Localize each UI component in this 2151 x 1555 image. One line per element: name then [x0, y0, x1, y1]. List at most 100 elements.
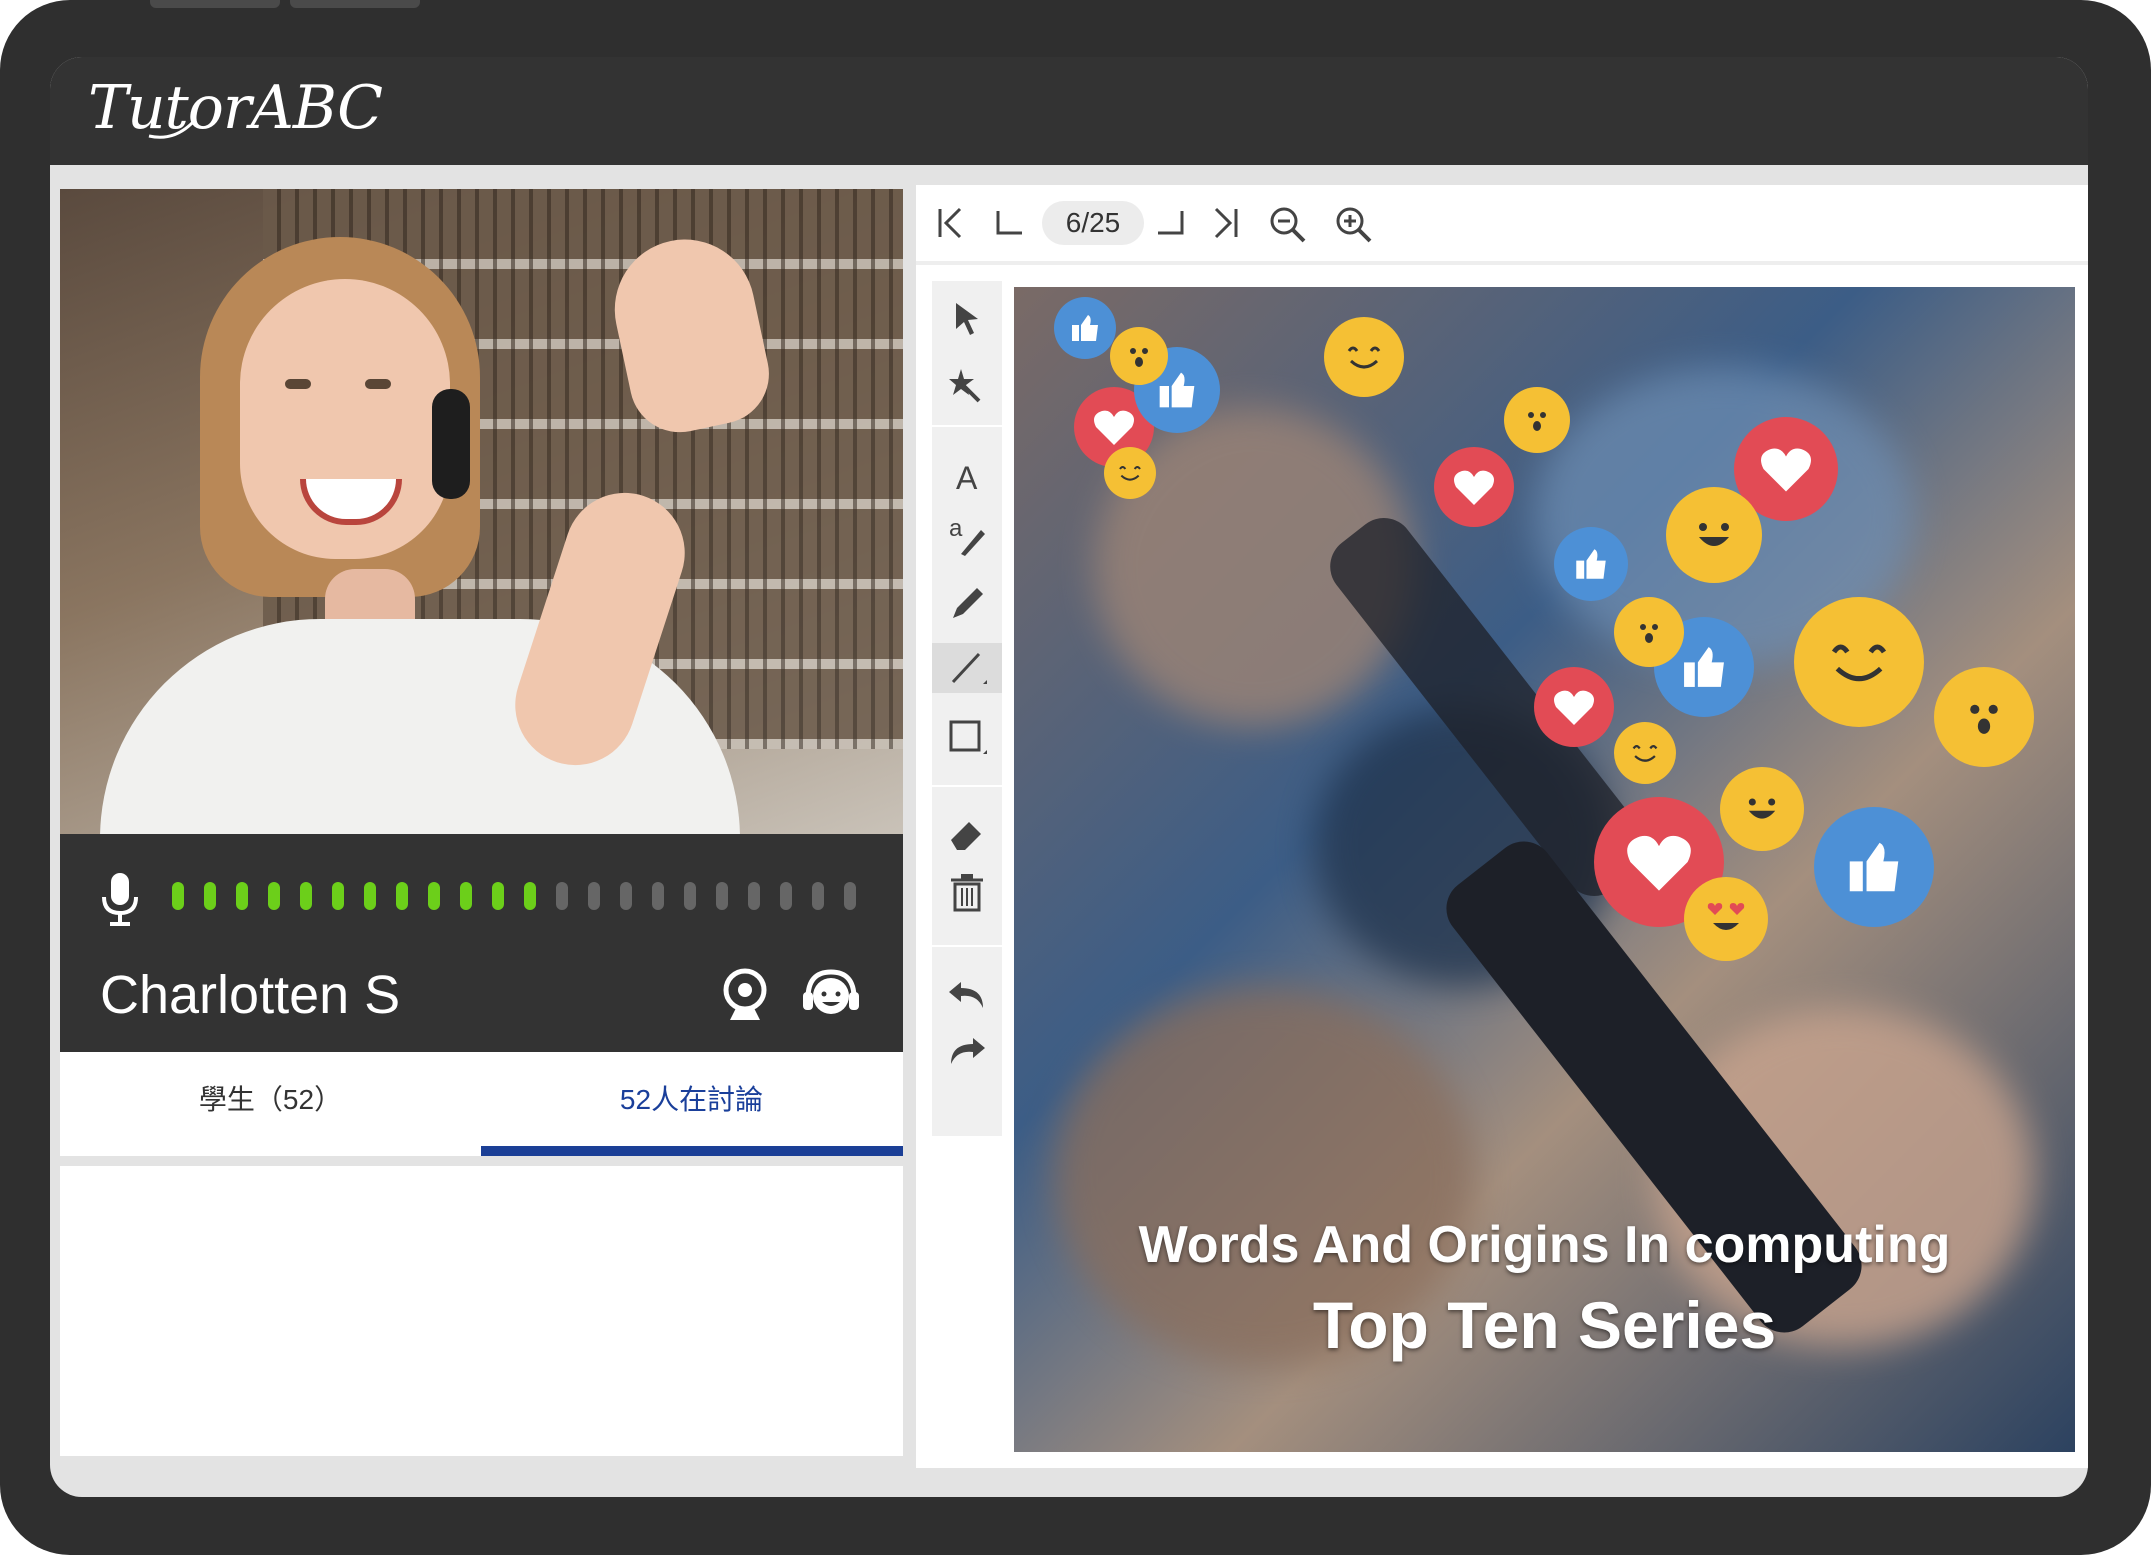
support-agent-icon[interactable] — [800, 966, 862, 1024]
mic-level-segment — [620, 882, 632, 910]
pen-tool[interactable] — [942, 577, 992, 627]
mic-level-meter — [172, 882, 856, 910]
mic-level-segment — [588, 882, 600, 910]
heart-eyes-emoji-icon — [1684, 877, 1768, 961]
slide-title: Top Ten Series — [1312, 1288, 1777, 1362]
mic-level-segment — [300, 882, 312, 910]
next-page-icon[interactable] — [1154, 205, 1188, 241]
slide-pager: 6/25 — [916, 185, 2088, 259]
mic-level-segment — [492, 882, 504, 910]
zoom-out-icon[interactable] — [1268, 205, 1308, 245]
text-icon: A — [956, 460, 978, 495]
mic-level-segment — [812, 882, 824, 910]
surprised-emoji-icon — [1504, 387, 1570, 453]
svg-text:A: A — [956, 460, 978, 495]
tab-discussion[interactable]: 52人在討論 — [481, 1052, 902, 1156]
discussion-panel — [60, 1166, 903, 1456]
mic-level-segment — [556, 882, 568, 910]
trash-tool[interactable] — [942, 867, 992, 917]
rectangle-icon — [949, 720, 987, 754]
microphone-icon[interactable] — [100, 871, 140, 927]
webcam-icon[interactable] — [720, 966, 770, 1024]
heart-emoji-icon — [1434, 447, 1514, 527]
zoom-in-icon[interactable] — [1334, 205, 1374, 245]
highlighter-tool[interactable]: a — [942, 511, 992, 561]
teacher-video — [60, 189, 903, 834]
page-indicator: 6/25 — [1042, 201, 1144, 245]
laser-tool[interactable] — [942, 361, 992, 411]
pointer-icon — [956, 303, 978, 335]
undo-tool[interactable] — [942, 969, 992, 1019]
heart-emoji-icon — [1534, 667, 1614, 747]
redo-icon — [951, 1038, 985, 1064]
toolbar-divider — [932, 425, 1002, 427]
smiling-emoji-icon — [1104, 447, 1156, 499]
person-eye — [365, 379, 391, 389]
first-page-icon[interactable] — [934, 205, 968, 241]
eraser-icon — [951, 822, 981, 850]
mic-level-segment — [748, 882, 760, 910]
laughing-emoji-icon — [1720, 767, 1804, 851]
thumbs-up-emoji-icon — [1054, 297, 1116, 359]
tab-students[interactable]: 學生（52） — [60, 1052, 481, 1156]
thumbs-up-emoji-icon — [1554, 527, 1628, 601]
mic-level-segment — [652, 882, 664, 910]
tablet-frame: TutorABC Charlotten S 學生（52） 52人在討論 6/25… — [0, 0, 2151, 1555]
participant-info-bar: Charlotten S — [60, 834, 903, 1052]
active-tab-indicator — [481, 1146, 903, 1156]
line-tool[interactable] — [932, 643, 1002, 693]
mic-level-segment — [524, 882, 536, 910]
toolbar-divider — [932, 945, 1002, 947]
device-button — [150, 0, 280, 8]
slide-subtitle: Words And Origins In computing — [1138, 1216, 1951, 1274]
app-header: TutorABC — [50, 57, 2088, 165]
mic-level-segment — [236, 882, 248, 910]
whiteboard-area: 6/25 A a Words And Origins In computing … — [916, 185, 2088, 1468]
app-logo: TutorABC — [88, 73, 383, 143]
text-tool[interactable]: A — [942, 451, 992, 501]
mic-level-segment — [396, 882, 408, 910]
participant-name: Charlotten S — [100, 965, 401, 1025]
previous-page-icon[interactable] — [992, 205, 1026, 241]
mic-level-segment — [684, 882, 696, 910]
left-column: Charlotten S 學生（52） 52人在討論 — [60, 189, 903, 1469]
presentation-slide: Words And Origins In computing Top Ten S… — [1014, 287, 2075, 1452]
mic-level-segment — [716, 882, 728, 910]
mic-level-segment — [844, 882, 856, 910]
pointer-tool[interactable] — [942, 293, 992, 343]
surprised-emoji-icon — [1110, 327, 1168, 385]
app-screen: TutorABC Charlotten S 學生（52） 52人在討論 6/25… — [50, 57, 2088, 1497]
mic-level-segment — [268, 882, 280, 910]
pen-icon — [953, 588, 983, 618]
trash-icon — [951, 874, 983, 912]
eraser-tool[interactable] — [942, 809, 992, 859]
rectangle-tool[interactable] — [942, 713, 992, 763]
drawing-toolbar: A a — [932, 281, 1002, 1136]
highlighter-icon: a — [949, 515, 985, 556]
device-button — [290, 0, 420, 8]
mic-level-segment — [204, 882, 216, 910]
smiling-emoji-icon — [1324, 317, 1404, 397]
thumbs-up-emoji-icon — [1814, 807, 1934, 927]
laser-icon — [949, 369, 981, 403]
mic-level-segment — [428, 882, 440, 910]
mic-level-segment — [364, 882, 376, 910]
toolbar-divider — [932, 785, 1002, 787]
redo-tool[interactable] — [942, 1025, 992, 1075]
svg-text:a: a — [949, 515, 963, 542]
line-icon — [951, 652, 987, 684]
last-page-icon[interactable] — [1208, 205, 1242, 241]
mic-level-segment — [460, 882, 472, 910]
person-eye — [285, 379, 311, 389]
surprised-emoji-icon — [1614, 597, 1684, 667]
undo-icon — [949, 982, 983, 1008]
mic-level-segment — [172, 882, 184, 910]
laughing-emoji-icon — [1666, 487, 1762, 583]
divider — [916, 261, 2088, 265]
logo-swoosh-icon — [148, 118, 197, 139]
participant-tabs: 學生（52） 52人在討論 — [60, 1052, 903, 1156]
smiling-emoji-icon — [1614, 722, 1676, 784]
headset — [432, 389, 470, 499]
surprised-emoji-icon — [1934, 667, 2034, 767]
mic-level-segment — [332, 882, 344, 910]
